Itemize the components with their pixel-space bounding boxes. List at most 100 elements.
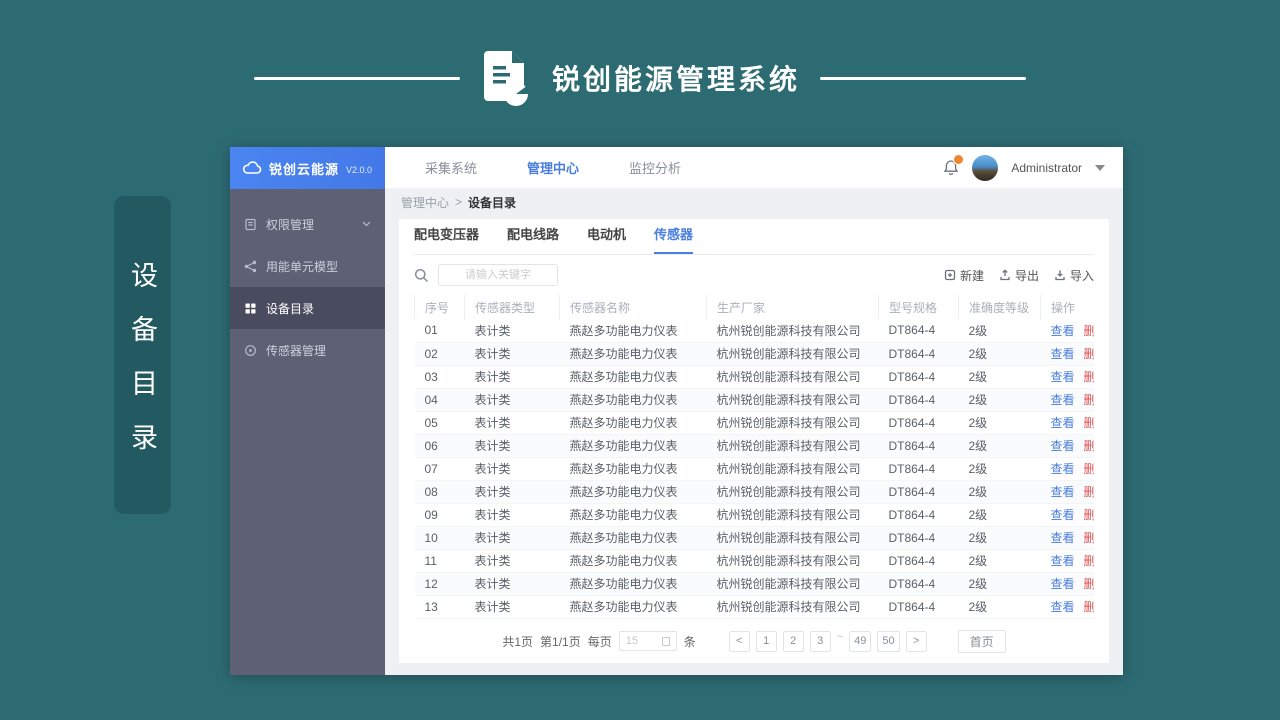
cell-actions: 查看删除 — [1040, 503, 1094, 527]
cell-model: DT864-4 — [878, 319, 959, 343]
page-button-1[interactable]: 1 — [755, 630, 777, 652]
cell-manufacturer: 杭州锐创能源科技有限公司 — [706, 480, 879, 504]
view-link[interactable]: 查看 — [1051, 324, 1075, 338]
page-button-3[interactable]: 3 — [809, 630, 831, 652]
cell-actions: 查看删除 — [1040, 526, 1094, 550]
cell-actions: 查看删除 — [1040, 434, 1094, 458]
sidebar-item-permission-management[interactable]: 权限管理 — [230, 203, 385, 245]
cell-manufacturer: 杭州锐创能源科技有限公司 — [706, 388, 879, 412]
cell-no: 02 — [414, 342, 465, 366]
new-button[interactable]: 新建 — [944, 267, 984, 284]
sidebar: 锐创云能源 V2.0.0 权限管理 用能单元模型 设备目录 传感器管理 — [230, 147, 385, 675]
cell-accuracy: 2级 — [958, 480, 1041, 504]
user-menu-caret-icon[interactable] — [1095, 164, 1105, 171]
side-banner-device-catalog: 设备目录 — [114, 196, 171, 514]
import-icon — [1055, 270, 1065, 281]
import-button[interactable]: 导入 — [1054, 267, 1094, 284]
prev-page-button[interactable]: < — [728, 630, 750, 652]
cell-model: DT864-4 — [878, 365, 959, 389]
delete-link[interactable]: 删除 — [1084, 370, 1094, 384]
delete-link[interactable]: 删除 — [1084, 531, 1094, 545]
cell-manufacturer: 杭州锐创能源科技有限公司 — [706, 411, 879, 435]
cell-sensor-type: 表计类 — [464, 480, 560, 504]
grid-icon — [244, 302, 257, 315]
app-logo-icon — [480, 49, 532, 107]
page-button-50[interactable]: 50 — [877, 630, 900, 652]
view-link[interactable]: 查看 — [1051, 370, 1075, 384]
view-link[interactable]: 查看 — [1051, 577, 1075, 591]
next-page-button[interactable]: > — [905, 630, 927, 652]
cell-no: 12 — [414, 572, 465, 596]
topnav-item-monitoring-analysis[interactable]: 监控分析 — [629, 158, 681, 177]
delete-link[interactable]: 删除 — [1084, 577, 1094, 591]
delete-link[interactable]: 删除 — [1084, 600, 1094, 614]
toolbar-actions: 新建 导出 导入 — [944, 267, 1094, 284]
col-header-model: 型号规格 — [878, 295, 959, 319]
page-button-2[interactable]: 2 — [782, 630, 804, 652]
per-page-select[interactable]: 15 — [618, 631, 677, 651]
view-link[interactable]: 查看 — [1051, 508, 1075, 522]
delete-link[interactable]: 删除 — [1084, 554, 1094, 568]
view-link[interactable]: 查看 — [1051, 416, 1075, 430]
delete-link[interactable]: 删除 — [1084, 485, 1094, 499]
tab-sensor[interactable]: 传感器 — [654, 224, 694, 254]
tab-distribution-transformer[interactable]: 配电变压器 — [414, 224, 479, 254]
home-page-button[interactable]: 首页 — [957, 629, 1006, 653]
tab-motor[interactable]: 电动机 — [587, 224, 626, 254]
table-row: 13表计类燕赵多功能电力仪表杭州锐创能源科技有限公司DT864-42级查看删除 — [414, 595, 1094, 619]
cell-accuracy: 2级 — [958, 411, 1041, 435]
topnav-item-collection-system[interactable]: 采集系统 — [425, 158, 477, 177]
cloud-icon — [242, 161, 262, 175]
device-type-tabs: 配电变压器 配电线路 电动机 传感器 — [414, 219, 1094, 255]
table-row: 09表计类燕赵多功能电力仪表杭州锐创能源科技有限公司DT864-42级查看删除 — [414, 503, 1094, 527]
cell-sensor-name: 燕赵多功能电力仪表 — [559, 595, 707, 619]
cell-sensor-type: 表计类 — [464, 503, 560, 527]
sidebar-item-label: 设备目录 — [266, 301, 315, 316]
sidebar-version: V2.0.0 — [346, 164, 373, 175]
view-link[interactable]: 查看 — [1051, 439, 1075, 453]
cell-sensor-name: 燕赵多功能电力仪表 — [559, 549, 707, 573]
delete-link[interactable]: 删除 — [1084, 393, 1094, 407]
sidebar-item-energy-unit-model[interactable]: 用能单元模型 — [230, 245, 385, 287]
delete-link[interactable]: 删除 — [1084, 462, 1094, 476]
breadcrumb-separator: > — [455, 195, 463, 209]
breadcrumb-parent[interactable]: 管理中心 — [401, 194, 449, 211]
avatar[interactable] — [972, 154, 999, 181]
topnav-item-management-center[interactable]: 管理中心 — [527, 158, 579, 177]
col-header-no: 序号 — [414, 295, 465, 319]
page-button-49[interactable]: 49 — [849, 630, 872, 652]
sidebar-item-sensor-management[interactable]: 传感器管理 — [230, 329, 385, 371]
topbar: 采集系统 管理中心 监控分析 Administrator — [385, 147, 1123, 189]
delete-link[interactable]: 删除 — [1084, 347, 1094, 361]
view-link[interactable]: 查看 — [1051, 554, 1075, 568]
cell-accuracy: 2级 — [958, 549, 1041, 573]
export-button[interactable]: 导出 — [999, 267, 1039, 284]
cell-sensor-type: 表计类 — [464, 572, 560, 596]
delete-link[interactable]: 删除 — [1084, 324, 1094, 338]
table-row: 02表计类燕赵多功能电力仪表杭州锐创能源科技有限公司DT864-42级查看删除 — [414, 342, 1094, 366]
view-link[interactable]: 查看 — [1051, 462, 1075, 476]
cell-sensor-type: 表计类 — [464, 388, 560, 412]
delete-link[interactable]: 删除 — [1084, 439, 1094, 453]
tab-distribution-line[interactable]: 配电线路 — [507, 224, 559, 254]
view-link[interactable]: 查看 — [1051, 485, 1075, 499]
cell-manufacturer: 杭州锐创能源科技有限公司 — [706, 342, 879, 366]
header-divider-right — [820, 76, 1026, 80]
view-link[interactable]: 查看 — [1051, 393, 1075, 407]
view-link[interactable]: 查看 — [1051, 347, 1075, 361]
sidebar-item-device-catalog[interactable]: 设备目录 — [230, 287, 385, 329]
pagination: 共1页 第1/1页 每页 15 条 < 1 2 3 ~49 50 > 首页 — [414, 619, 1094, 663]
table-row: 07表计类燕赵多功能电力仪表杭州锐创能源科技有限公司DT864-42级查看删除 — [414, 457, 1094, 481]
cell-sensor-name: 燕赵多功能电力仪表 — [559, 503, 707, 527]
delete-link[interactable]: 删除 — [1084, 508, 1094, 522]
notification-bell-icon[interactable] — [943, 154, 965, 176]
view-link[interactable]: 查看 — [1051, 600, 1075, 614]
delete-link[interactable]: 删除 — [1084, 416, 1094, 430]
cell-manufacturer: 杭州锐创能源科技有限公司 — [706, 365, 879, 389]
view-link[interactable]: 查看 — [1051, 531, 1075, 545]
cell-sensor-name: 燕赵多功能电力仪表 — [559, 342, 707, 366]
page-ellipsis: ~ — [836, 630, 844, 643]
search-input[interactable] — [438, 264, 558, 286]
table-row: 06表计类燕赵多功能电力仪表杭州锐创能源科技有限公司DT864-42级查看删除 — [414, 434, 1094, 458]
cell-sensor-name: 燕赵多功能电力仪表 — [559, 457, 707, 481]
